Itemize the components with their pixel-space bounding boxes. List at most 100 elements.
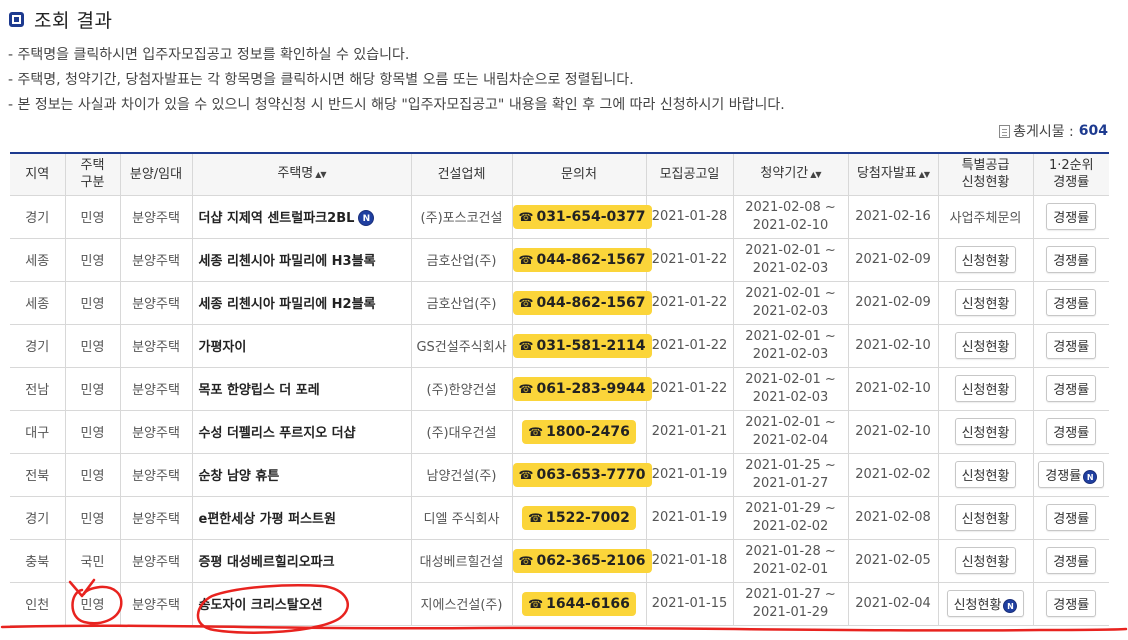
competition-rate-button[interactable]: 경쟁률 N: [1038, 461, 1105, 488]
phone-button[interactable]: ☎ 031-581-2114: [512, 333, 652, 358]
period-start: 2021-02-01 ~: [745, 328, 836, 344]
cell-special-status: 신청현황 N: [937, 581, 1034, 626]
special-status-button[interactable]: 신청현황: [954, 461, 1017, 488]
cell-sale-rent: 분양주택: [119, 409, 193, 454]
phone-button[interactable]: ☎ 1800-2476: [522, 419, 636, 444]
cell-special-status: 신청현황: [937, 409, 1034, 454]
phone-icon: ☎: [518, 338, 534, 353]
cell-house-type: 민영: [64, 495, 121, 540]
table-row: 대구 민영 분양주택 수성 더펠리스 푸르지오 더샵 (주)대우건설 ☎ 1800-2476…: [10, 409, 1109, 454]
header-builder: 건설업체: [410, 152, 513, 196]
cell-announce-date: 2021-01-15: [645, 581, 734, 626]
phone-button[interactable]: ☎ 062-365-2106: [512, 548, 652, 573]
cell-period: 2021-01-28 ~ 2021-02-01: [732, 538, 849, 583]
phone-button[interactable]: ☎ 063-653-7770: [512, 462, 652, 487]
cell-contact: ☎ 044-862-1567: [511, 237, 652, 282]
header-region: 지역: [10, 152, 66, 196]
phone-number: 063-653-7770: [536, 466, 646, 483]
house-name-link[interactable]: 세종 리첸시아 파밀리에 H3블록: [199, 254, 376, 269]
phone-number: 044-862-1567: [536, 251, 646, 268]
special-status-button[interactable]: 신청현황 N: [946, 590, 1025, 617]
cell-contact: ☎ 063-653-7770: [511, 452, 652, 497]
cell-winner-date: 2021-02-10: [847, 366, 939, 411]
house-name-link[interactable]: 증평 대성베르힐리오파크: [199, 555, 335, 570]
cell-house-type: 국민: [64, 538, 121, 583]
special-status-button[interactable]: 신청현황: [954, 418, 1017, 445]
competition-rate-button[interactable]: 경쟁률: [1046, 332, 1097, 359]
cell-period: 2021-02-01 ~ 2021-02-03: [732, 280, 849, 325]
sort-icon: ▲▼: [315, 170, 326, 180]
cell-winner-date: 2021-02-10: [847, 409, 939, 454]
phone-button[interactable]: ☎ 031-654-0377: [512, 204, 652, 229]
house-name-link[interactable]: 목포 한양립스 더 포레: [199, 383, 320, 398]
special-status-button[interactable]: 신청현황: [954, 289, 1017, 316]
house-name-link[interactable]: 더샵 지제역 센트럴파크2BL: [199, 211, 355, 226]
table-row: 전남 민영 분양주택 목포 한양립스 더 포레 (주)한양건설 ☎ 061-283-9944…: [10, 366, 1109, 411]
cell-region: 전남: [10, 366, 66, 411]
header-winner-sortable[interactable]: 당첨자발표 ▲▼: [847, 152, 939, 196]
competition-rate-button[interactable]: 경쟁률: [1046, 289, 1097, 316]
cell-special-status: 신청현황: [937, 495, 1034, 540]
header-period-sortable[interactable]: 청약기간 ▲▼: [732, 152, 849, 196]
period-end: 2021-02-03: [752, 260, 829, 276]
competition-rate-button[interactable]: 경쟁률: [1046, 547, 1097, 574]
cell-announce-date: 2021-01-22: [645, 366, 734, 411]
underline-annotation: [0, 624, 1128, 632]
cell-competition-rate: 경쟁률: [1032, 581, 1109, 626]
competition-rate-label: 경쟁률: [1053, 512, 1090, 527]
phone-icon: ☎: [528, 424, 544, 439]
phone-button[interactable]: ☎ 061-283-9944: [512, 376, 652, 401]
phone-number: 061-283-9944: [536, 380, 646, 397]
cell-announce-date: 2021-01-22: [645, 237, 734, 282]
new-badge-icon: N: [1003, 598, 1018, 613]
phone-button[interactable]: ☎ 1644-6166: [522, 591, 636, 616]
phone-button[interactable]: ☎ 044-862-1567: [512, 247, 652, 272]
competition-rate-button[interactable]: 경쟁률: [1046, 246, 1097, 273]
special-status-button[interactable]: 신청현황: [954, 332, 1017, 359]
special-status-label: 신청현황: [961, 340, 1010, 355]
section-title: 조회 결과: [34, 9, 113, 32]
phone-icon: ☎: [528, 510, 544, 525]
house-name-link[interactable]: e편한세상 가평 퍼스트원: [199, 512, 336, 527]
cell-announce-date: 2021-01-28: [645, 194, 734, 239]
cell-contact: ☎ 1800-2476: [511, 409, 647, 454]
phone-button[interactable]: ☎ 044-862-1567: [512, 290, 652, 315]
special-status-button[interactable]: 신청현황: [954, 246, 1017, 273]
competition-rate-button[interactable]: 경쟁률: [1046, 504, 1097, 531]
cell-house-type: 민영: [64, 237, 121, 282]
phone-button[interactable]: ☎ 1522-7002: [522, 505, 636, 530]
competition-rate-button[interactable]: 경쟁률: [1046, 203, 1097, 230]
special-status-button[interactable]: 신청현황: [954, 547, 1017, 574]
special-status-button[interactable]: 신청현황: [954, 375, 1017, 402]
house-name-link[interactable]: 세종 리첸시아 파밀리에 H2블록: [199, 297, 376, 312]
competition-rate-button[interactable]: 경쟁률: [1046, 590, 1097, 617]
cell-period: 2021-01-29 ~ 2021-02-02: [732, 495, 849, 540]
cell-house-type: 민영: [64, 280, 121, 325]
total-count: 총게시물 : 604: [999, 121, 1108, 141]
cell-competition-rate: 경쟁률: [1032, 495, 1109, 540]
header-name-sortable[interactable]: 주택명 ▲▼: [191, 152, 412, 196]
competition-rate-button[interactable]: 경쟁률: [1046, 418, 1097, 445]
house-name-link[interactable]: 수성 더펠리스 푸르지오 더샵: [199, 426, 356, 441]
competition-rate-label: 경쟁률: [1053, 555, 1090, 570]
house-name-link[interactable]: 송도자이 크리스탈오션: [199, 598, 323, 613]
period-start: 2021-01-27 ~: [745, 586, 836, 602]
competition-rate-button[interactable]: 경쟁률: [1046, 375, 1097, 402]
house-name-link[interactable]: 순창 남양 휴튼: [199, 469, 280, 484]
cell-competition-rate: 경쟁률: [1032, 323, 1109, 368]
cell-builder: 대성베르힐건설: [410, 538, 513, 583]
section-title-row: 조회 결과: [9, 6, 112, 32]
house-name-link[interactable]: 가평자이: [199, 340, 247, 355]
cell-period: 2021-02-01 ~ 2021-02-04: [732, 409, 849, 454]
square-bullet-icon: [9, 11, 24, 27]
header-announce: 모집공고일: [645, 152, 734, 196]
cell-announce-date: 2021-01-19: [645, 495, 734, 540]
cell-builder: 지에스건설(주): [410, 581, 513, 626]
sort-icon: ▲▼: [918, 170, 930, 180]
phone-number: 1522-7002: [546, 509, 630, 526]
cell-period: 2021-02-01 ~ 2021-02-03: [732, 237, 849, 282]
cell-region: 충북: [10, 538, 66, 583]
table-row: 경기 민영 분양주택 가평자이 GS건설주식회사 ☎ 031-581-2114 2021-01…: [10, 323, 1109, 368]
cell-house-name: 목포 한양립스 더 포레: [191, 366, 412, 411]
special-status-button[interactable]: 신청현황: [954, 504, 1017, 531]
